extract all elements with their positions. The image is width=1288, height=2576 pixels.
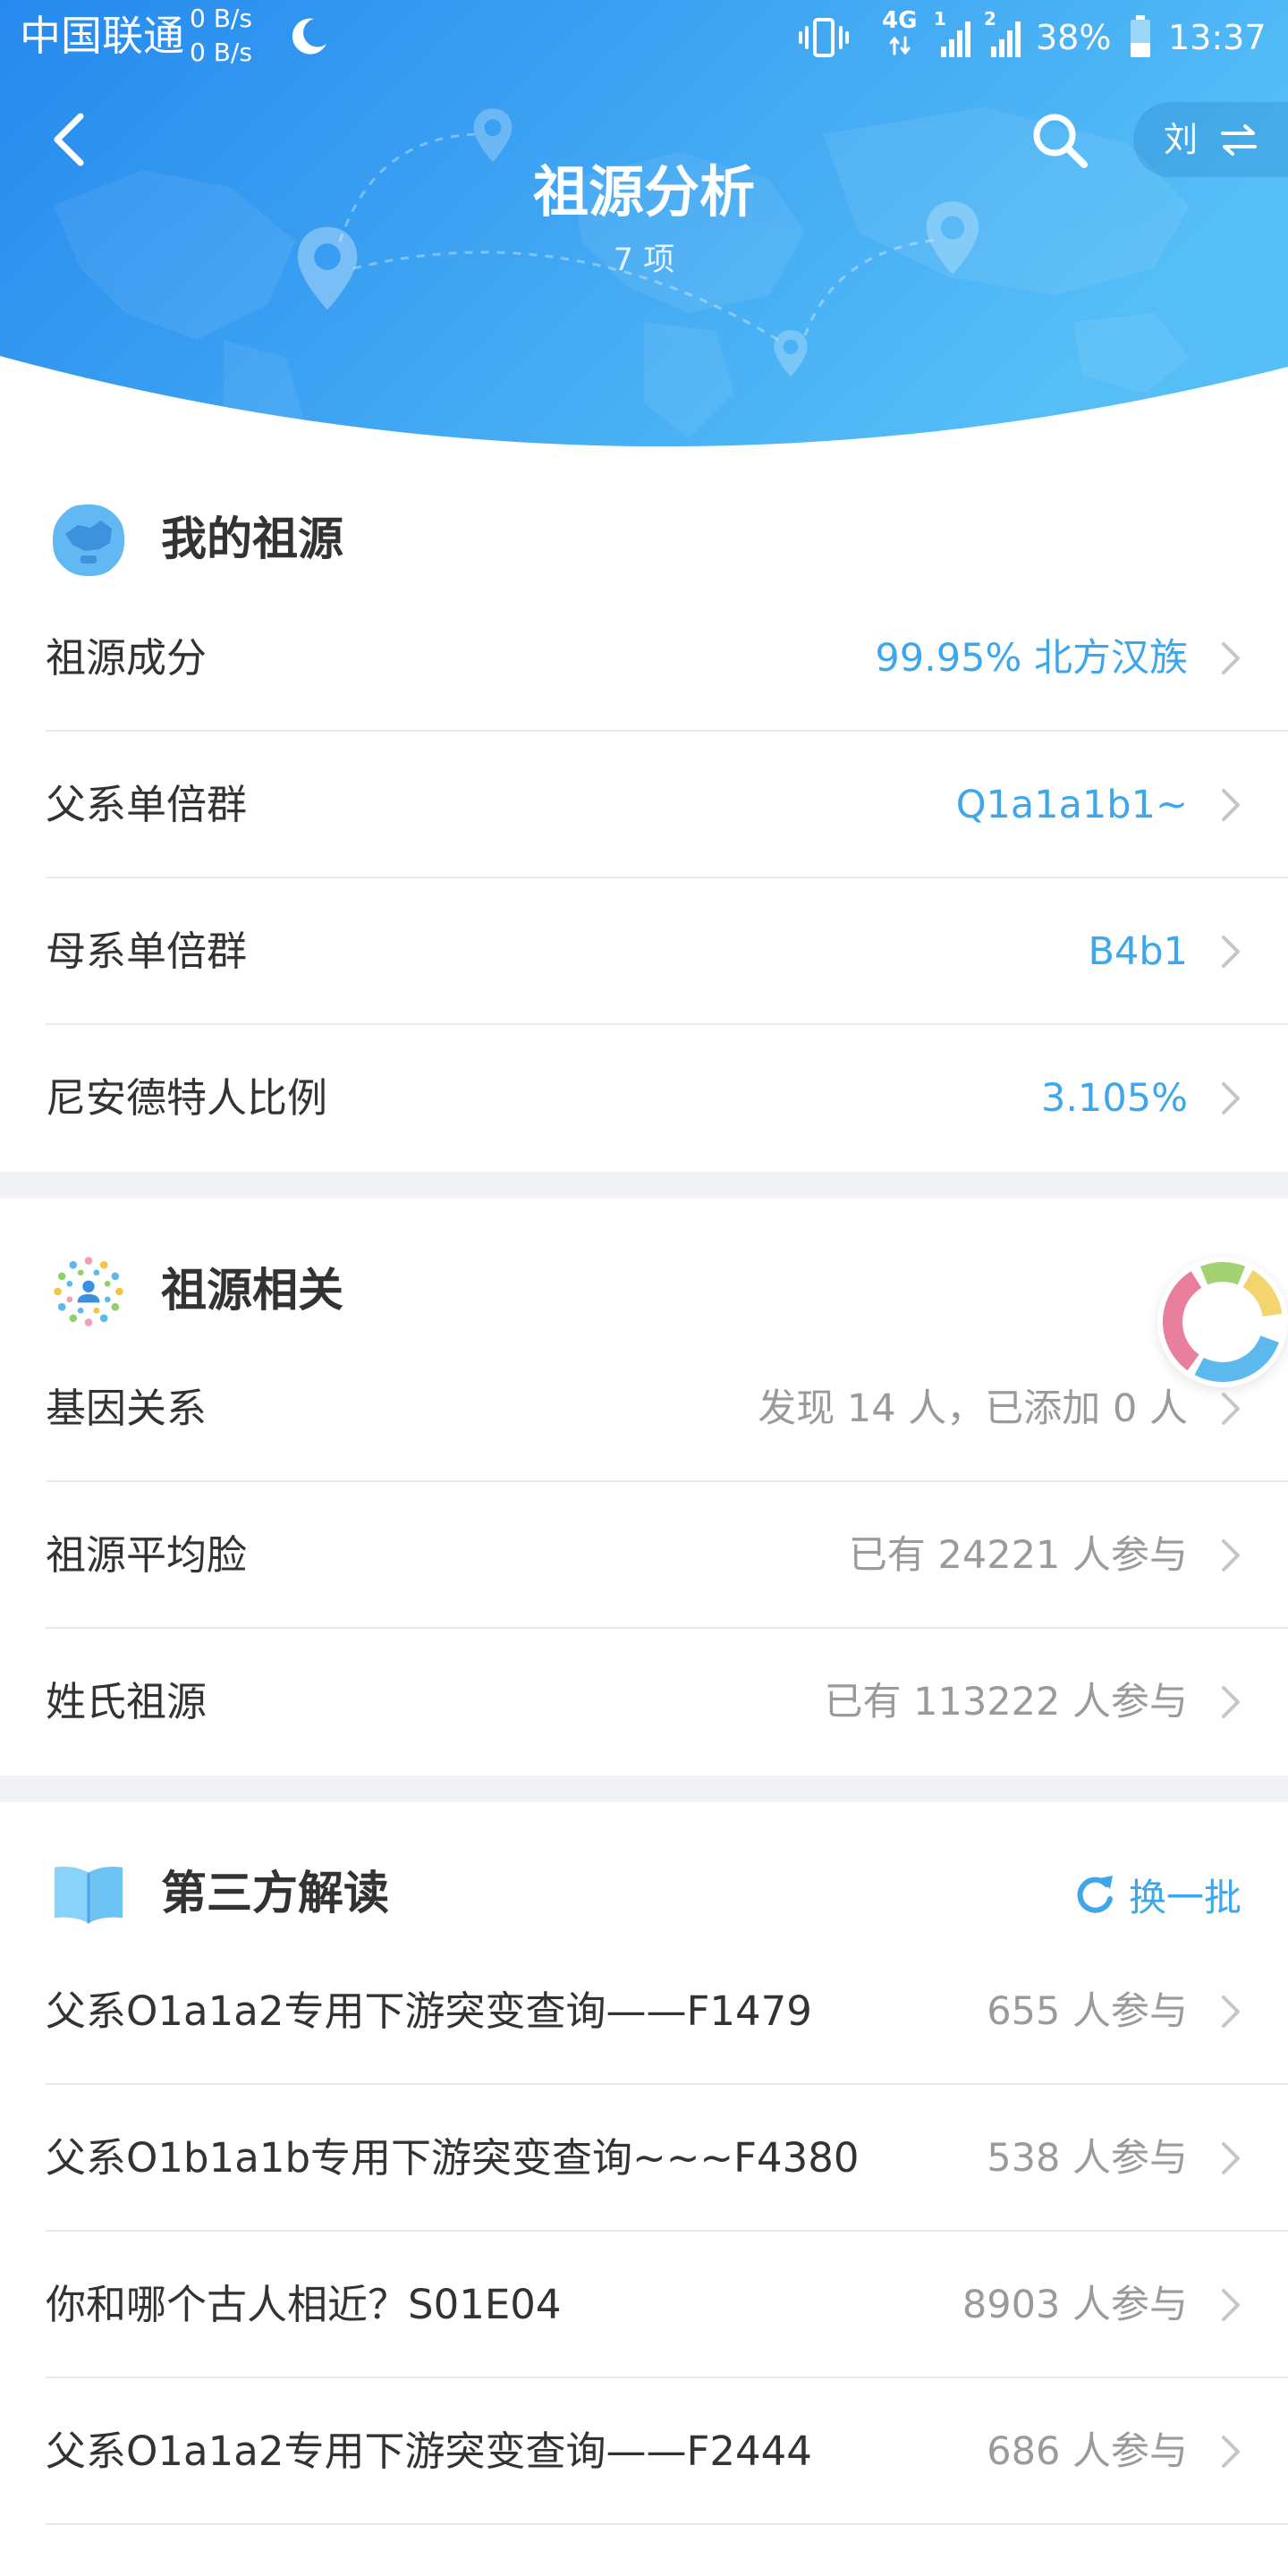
list-item-third-party-report[interactable]: 父系O1a1a2专用下游突变查询——F2444 686 人参与 xyxy=(0,2378,1288,2525)
refresh-icon xyxy=(1077,1876,1113,1913)
row-value: 已有 113222 人参与 xyxy=(824,1680,1188,1724)
row-label: 父系O1b1a1b专用下游突变查询~~~F4380 xyxy=(46,2134,860,2182)
battery-percentage: 38% xyxy=(1036,18,1112,57)
row-value: 655 人参与 xyxy=(987,1989,1188,2034)
row-label: 父系O1a1a2专用下游突变查询——F1479 xyxy=(46,1987,812,2035)
list-item-third-party-report[interactable]: 父系O1b1a1b专用下游突变查询~~~F4380 538 人参与 xyxy=(0,2085,1288,2232)
list-item-neanderthal-ratio[interactable]: 尼安德特人比例 3.105% xyxy=(0,1025,1288,1172)
row-value: 已有 24221 人参与 xyxy=(848,1533,1188,1578)
chevron-right-icon xyxy=(1222,1082,1240,1114)
list-item-surname-ancestry[interactable]: 姓氏祖源 已有 113222 人参与 xyxy=(0,1629,1288,1775)
page-title: 祖源分析 xyxy=(532,159,755,225)
row-label: 母系单倍群 xyxy=(46,928,248,975)
user-switch-button[interactable]: 刘 xyxy=(1133,102,1288,177)
chevron-right-icon xyxy=(1222,2436,1240,2468)
refresh-label: 换一批 xyxy=(1128,1875,1241,1919)
book-icon xyxy=(54,1866,123,1924)
section-title: 我的祖源 xyxy=(161,513,344,566)
list-item-maternal-haplogroup[interactable]: 母系单倍群 B4b1 xyxy=(0,878,1288,1025)
signal-strength-icon xyxy=(941,21,970,57)
chevron-right-icon xyxy=(1222,1539,1240,1572)
row-label: 姓氏祖源 xyxy=(46,1678,208,1725)
section-title: 第三方解读 xyxy=(161,1868,390,1920)
list-item-third-party-report[interactable]: 父系O1a1a2专用下游突变查询——F1479 655 人参与 xyxy=(0,1938,1288,2085)
row-value: 3.105% xyxy=(1041,1076,1188,1121)
network-speed: 0 B/s 0 B/s xyxy=(190,2,252,70)
network-type-label: 4G xyxy=(882,7,918,34)
row-label: 父系O1a1a2专用下游突变查询——F2444 xyxy=(46,2428,812,2475)
list-item-genetic-relatives[interactable]: 基因关系 发现 14 人，已添加 0 人 xyxy=(0,1335,1288,1482)
refresh-batch-button[interactable]: 换一批 xyxy=(1073,1854,1241,1935)
section-divider xyxy=(0,1775,1288,1802)
vibrate-icon xyxy=(799,18,849,57)
search-icon[interactable] xyxy=(1029,109,1091,172)
section-title: 祖源相关 xyxy=(161,1265,344,1318)
loading-ring-icon xyxy=(1163,1262,1283,1382)
list-item-average-face[interactable]: 祖源平均脸 已有 24221 人参与 xyxy=(0,1482,1288,1629)
moon-icon xyxy=(292,18,326,55)
chevron-right-icon xyxy=(1222,2142,1240,2174)
signal-strength-icon xyxy=(991,21,1021,57)
ancestry-map-icon xyxy=(53,504,124,576)
chevron-right-icon xyxy=(1222,1686,1240,1718)
row-label: 你和哪个古人相近？S01E04 xyxy=(46,2281,562,2328)
carrier-name: 中国联通 xyxy=(20,12,184,60)
section-header-third-party: 第三方解读 换一批 xyxy=(0,1854,1288,1935)
net-speed-up: 0 B/s xyxy=(190,4,252,33)
row-value: 538 人参与 xyxy=(987,2136,1188,2181)
list-item-third-party-report[interactable]: 你和哪个古人相近？S01E04 8903 人参与 xyxy=(0,2232,1288,2378)
row-value: B4b1 xyxy=(1088,929,1188,974)
data-activity-icon xyxy=(889,36,911,55)
row-label: 父系单倍群 xyxy=(46,781,248,828)
chevron-right-icon xyxy=(1222,642,1240,674)
row-value: 8903 人参与 xyxy=(962,2283,1188,2327)
chevron-right-icon xyxy=(1222,2289,1240,2321)
battery-icon xyxy=(1131,15,1150,57)
row-value: Q1a1a1b1~ xyxy=(955,783,1188,827)
battery-fill xyxy=(1131,43,1150,57)
list-item-ancestry-composition[interactable]: 祖源成分 99.95% 北方汉族 xyxy=(0,585,1288,732)
row-label: 祖源成分 xyxy=(46,634,208,682)
section-divider xyxy=(0,1172,1288,1199)
row-value: 686 人参与 xyxy=(987,2429,1188,2474)
chevron-right-icon xyxy=(1222,1996,1240,2028)
user-name: 刘 xyxy=(1164,120,1199,159)
row-value: 发现 14 人，已添加 0 人 xyxy=(758,1386,1188,1431)
swap-arrows-icon xyxy=(1221,124,1257,156)
section-header-my-ancestry: 我的祖源 xyxy=(0,500,1288,580)
floating-ring-button[interactable] xyxy=(1157,1257,1288,1387)
clock: 13:37 xyxy=(1168,18,1267,57)
list-item-paternal-haplogroup[interactable]: 父系单倍群 Q1a1a1b1~ xyxy=(0,732,1288,878)
people-network-icon xyxy=(54,1257,123,1326)
item-count: 7 项 xyxy=(613,242,675,278)
net-speed-down: 0 B/s xyxy=(190,38,252,67)
row-value: 99.95% 北方汉族 xyxy=(875,636,1188,681)
chevron-right-icon xyxy=(1222,789,1240,821)
chevron-right-icon xyxy=(1222,936,1240,968)
section-header-ancestry-related: 祖源相关 xyxy=(0,1251,1288,1332)
row-label: 基因关系 xyxy=(46,1385,208,1432)
row-label: 祖源平均脸 xyxy=(46,1531,248,1579)
row-label: 尼安德特人比例 xyxy=(46,1074,328,1122)
chevron-right-icon xyxy=(1222,1393,1240,1425)
